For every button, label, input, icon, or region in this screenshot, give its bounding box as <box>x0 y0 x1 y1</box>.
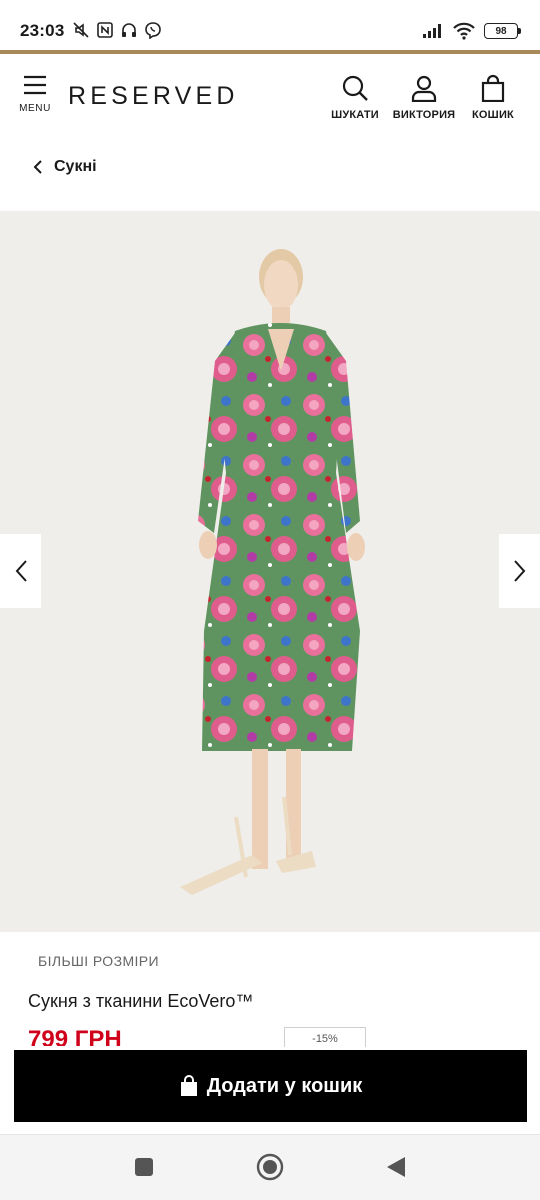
chevron-left-icon <box>33 160 42 174</box>
shopping-bag-icon <box>481 74 505 103</box>
product-price: 799 ГРН <box>28 1026 122 1046</box>
menu-label: MENU <box>19 103 51 114</box>
viber-icon <box>145 22 161 39</box>
shopping-bag-icon <box>180 1075 197 1096</box>
cart-label: КОШИК <box>472 109 514 121</box>
search-button[interactable]: ШУКАТИ <box>331 74 379 121</box>
status-system-icons: 98 <box>422 22 521 40</box>
mute-icon <box>73 22 89 38</box>
breadcrumb-back-link[interactable]: Сукні <box>32 158 97 176</box>
account-label: ВИКТОРИЯ <box>392 109 456 121</box>
back-triangle-icon <box>387 1157 405 1177</box>
back-button[interactable] <box>380 1151 412 1183</box>
discount-badge: -15% <box>284 1027 366 1047</box>
add-to-cart-button[interactable]: Додати у кошик <box>14 1050 527 1122</box>
breadcrumb-label: Сукні <box>54 158 97 175</box>
gallery-next-button[interactable] <box>499 534 540 608</box>
menu-button[interactable]: MENU <box>14 74 56 118</box>
product-gallery[interactable] <box>0 211 540 932</box>
battery-level: 98 <box>495 25 507 37</box>
cart-button[interactable]: КОШИК <box>469 74 517 121</box>
account-button[interactable]: ВИКТОРИЯ <box>391 74 457 121</box>
user-icon <box>411 75 437 103</box>
product-title: Сукня з тканини EcoVero™ <box>28 991 254 1011</box>
search-label: ШУКАТИ <box>331 109 379 121</box>
headset-icon <box>122 23 136 37</box>
hamburger-icon <box>24 75 46 95</box>
gallery-prev-button[interactable] <box>0 534 41 608</box>
system-nav-bar <box>0 1134 540 1200</box>
brand-logo[interactable]: RESERVED <box>68 82 239 111</box>
square-icon <box>135 1158 153 1176</box>
battery-icon: 98 <box>484 23 521 39</box>
recents-button[interactable] <box>128 1151 160 1183</box>
home-button[interactable] <box>254 1151 286 1183</box>
signal-icon <box>423 24 441 38</box>
add-to-cart-label: Додати у кошик <box>206 1074 363 1097</box>
product-image <box>180 249 365 895</box>
home-circle-icon <box>256 1153 284 1181</box>
status-time: 23:03 <box>20 21 65 40</box>
status-notification-icons <box>72 21 162 39</box>
product-category: БІЛЬШІ РОЗМІРИ <box>38 953 159 969</box>
search-icon <box>342 75 368 101</box>
chevron-left-icon <box>15 560 27 582</box>
status-bar: 23:03 98 <box>0 0 540 52</box>
wifi-icon <box>453 22 475 40</box>
site-header: MENU RESERVED ШУКАТИ ВИКТОРИЯ КОШИК <box>0 54 540 142</box>
chevron-right-icon <box>513 560 525 582</box>
nfc-icon <box>97 22 113 38</box>
